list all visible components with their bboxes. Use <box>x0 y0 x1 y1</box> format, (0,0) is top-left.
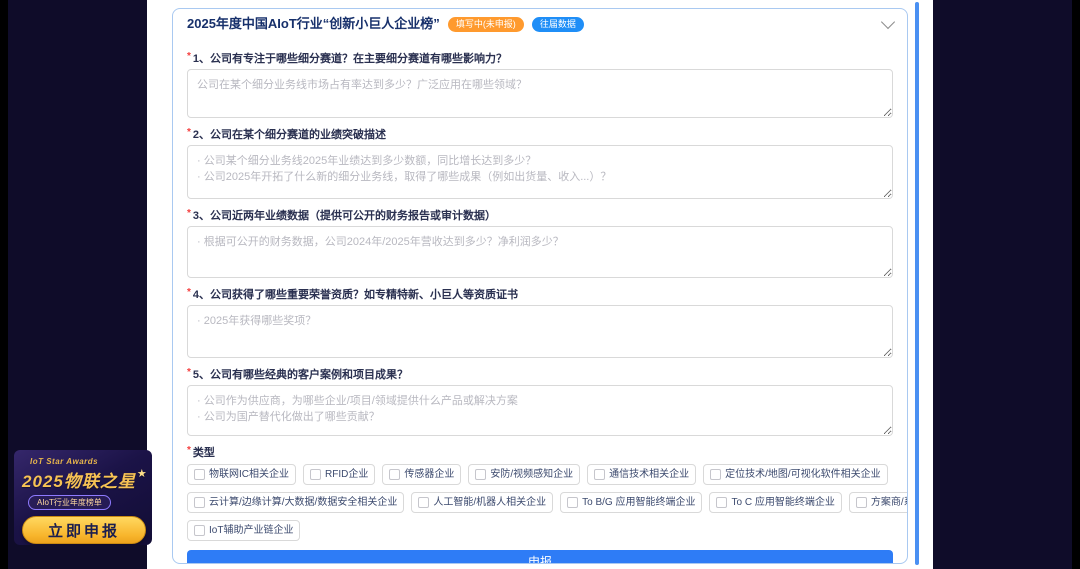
checkbox-icon <box>389 469 400 480</box>
chevron-down-icon[interactable] <box>881 15 895 29</box>
question-2: *2、公司在某个细分赛道的业绩突破描述 <box>187 129 893 199</box>
type-option-label: RFID企业 <box>325 468 368 481</box>
checkbox-icon <box>194 469 205 480</box>
question-2-textarea[interactable] <box>187 145 893 199</box>
checkbox-icon <box>856 497 867 508</box>
type-option-label: To B/G 应用智能终端企业 <box>582 496 695 509</box>
required-marker: * <box>187 51 191 62</box>
type-option-iot-ic[interactable]: 物联网IC相关企业 <box>187 464 296 485</box>
question-3-textarea[interactable] <box>187 226 893 278</box>
question-4-text: 4、公司获得了哪些重要荣誉资质？如专精特新、小巨人等资质证书 <box>193 289 518 301</box>
checkbox-icon <box>310 469 321 480</box>
question-1-label: *1、公司有专注于哪些细分赛道？在主要细分赛道有哪些影响力？ <box>187 53 893 66</box>
type-option-iot-auxiliary[interactable]: IoT辅助产业链企业 <box>187 520 300 541</box>
type-option-security-video[interactable]: 安防/视频感知企业 <box>468 464 580 485</box>
type-option-sensor[interactable]: 传感器企业 <box>382 464 461 485</box>
type-option-label: 安防/视频感知企业 <box>490 468 573 481</box>
type-option-rfid[interactable]: RFID企业 <box>303 464 375 485</box>
type-option-communication[interactable]: 通信技术相关企业 <box>587 464 696 485</box>
type-option-label: To C 应用智能终端企业 <box>731 496 834 509</box>
required-marker: * <box>187 127 191 138</box>
type-option-label: 定位技术/地图/可视化软件相关企业 <box>725 468 881 481</box>
type-option-integrator[interactable]: 方案商/系统集成商 <box>849 492 908 513</box>
type-label-text: 类型 <box>193 447 215 459</box>
required-marker: * <box>187 287 191 298</box>
type-option-positioning-map[interactable]: 定位技术/地图/可视化软件相关企业 <box>703 464 888 485</box>
type-option-label: 通信技术相关企业 <box>609 468 689 481</box>
question-5-textarea[interactable] <box>187 385 893 436</box>
checkbox-icon <box>194 525 205 536</box>
required-marker: * <box>187 367 191 378</box>
question-2-text: 2、公司在某个细分赛道的业绩突破描述 <box>193 129 386 141</box>
checkbox-icon <box>716 497 727 508</box>
star-icon: ★ <box>137 468 148 480</box>
type-options-row-2: 云计算/边缘计算/大数据/数据安全相关企业 人工智能/机器人相关企业 To B/… <box>187 492 893 513</box>
type-section-label: *类型 <box>187 447 893 460</box>
apply-now-button[interactable]: 立即申报 <box>22 516 146 544</box>
checkbox-icon <box>418 497 429 508</box>
checkbox-icon <box>475 469 486 480</box>
application-form-card: 2025年度中国AIoT行业“创新小巨人企业榜” 填写中(未申报) 往届数据 *… <box>172 8 908 564</box>
type-section: *类型 物联网IC相关企业 RFID企业 传感器企业 安防/视频感知企业 通信技… <box>187 447 893 541</box>
checkbox-icon <box>594 469 605 480</box>
type-option-label: 物联网IC相关企业 <box>209 468 289 481</box>
question-5-text: 5、公司有哪些经典的客户案例和项目成果？ <box>193 369 408 381</box>
question-4-label: *4、公司获得了哪些重要荣誉资质？如专精特新、小巨人等资质证书 <box>187 289 893 302</box>
checkbox-icon <box>567 497 578 508</box>
checkbox-icon <box>194 497 205 508</box>
type-option-label: 人工智能/机器人相关企业 <box>433 496 546 509</box>
question-4: *4、公司获得了哪些重要荣誉资质？如专精特新、小巨人等资质证书 <box>187 289 893 358</box>
type-option-ai-robot[interactable]: 人工智能/机器人相关企业 <box>411 492 553 513</box>
type-options-row-3: IoT辅助产业链企业 <box>187 520 893 541</box>
promo-widget[interactable]: IoT Star Awards 2025物联之星★ AIoT行业年度榜单 立即申… <box>14 450 152 545</box>
type-option-label: 传感器企业 <box>404 468 454 481</box>
type-option-cloud-bigdata[interactable]: 云计算/边缘计算/大数据/数据安全相关企业 <box>187 492 404 513</box>
type-option-toc-terminal[interactable]: To C 应用智能终端企业 <box>709 492 841 513</box>
form-title: 2025年度中国AIoT行业“创新小巨人企业榜” <box>187 16 440 32</box>
question-4-textarea[interactable] <box>187 305 893 358</box>
question-3-label: *3、公司近两年业绩数据（提供可公开的财务报告或审计数据） <box>187 210 893 223</box>
type-options-row-1: 物联网IC相关企业 RFID企业 传感器企业 安防/视频感知企业 通信技术相关企… <box>187 464 893 485</box>
question-2-label: *2、公司在某个细分赛道的业绩突破描述 <box>187 129 893 142</box>
question-1-textarea[interactable] <box>187 69 893 118</box>
type-option-tobg-terminal[interactable]: To B/G 应用智能终端企业 <box>560 492 702 513</box>
promo-subtitle-pill: AIoT行业年度榜单 <box>28 495 111 510</box>
promo-title: 2025物联之星★ <box>22 467 144 492</box>
required-marker: * <box>187 208 191 219</box>
question-5: *5、公司有哪些经典的客户案例和项目成果？ <box>187 369 893 436</box>
submit-button[interactable]: 申报 <box>187 550 893 564</box>
question-3: *3、公司近两年业绩数据（提供可公开的财务报告或审计数据） <box>187 210 893 278</box>
history-data-badge[interactable]: 往届数据 <box>532 17 584 32</box>
question-5-label: *5、公司有哪些经典的客户案例和项目成果？ <box>187 369 893 382</box>
type-option-label: 云计算/边缘计算/大数据/数据安全相关企业 <box>209 496 397 509</box>
question-1-text: 1、公司有专注于哪些细分赛道？在主要细分赛道有哪些影响力？ <box>193 53 507 65</box>
vertical-scrollbar[interactable] <box>915 2 919 565</box>
type-option-label: IoT辅助产业链企业 <box>209 524 293 537</box>
promo-title-text: 2025物联之星 <box>22 472 136 491</box>
type-option-label: 方案商/系统集成商 <box>871 496 908 509</box>
form-header: 2025年度中国AIoT行业“创新小巨人企业榜” 填写中(未申报) 往届数据 <box>187 16 893 32</box>
checkbox-icon <box>710 469 721 480</box>
status-badge: 填写中(未申报) <box>448 17 524 32</box>
promo-eyebrow: IoT Star Awards <box>30 457 144 466</box>
question-3-text: 3、公司近两年业绩数据（提供可公开的财务报告或审计数据） <box>193 210 496 222</box>
question-1: *1、公司有专注于哪些细分赛道？在主要细分赛道有哪些影响力？ <box>187 53 893 118</box>
required-marker: * <box>187 445 191 456</box>
